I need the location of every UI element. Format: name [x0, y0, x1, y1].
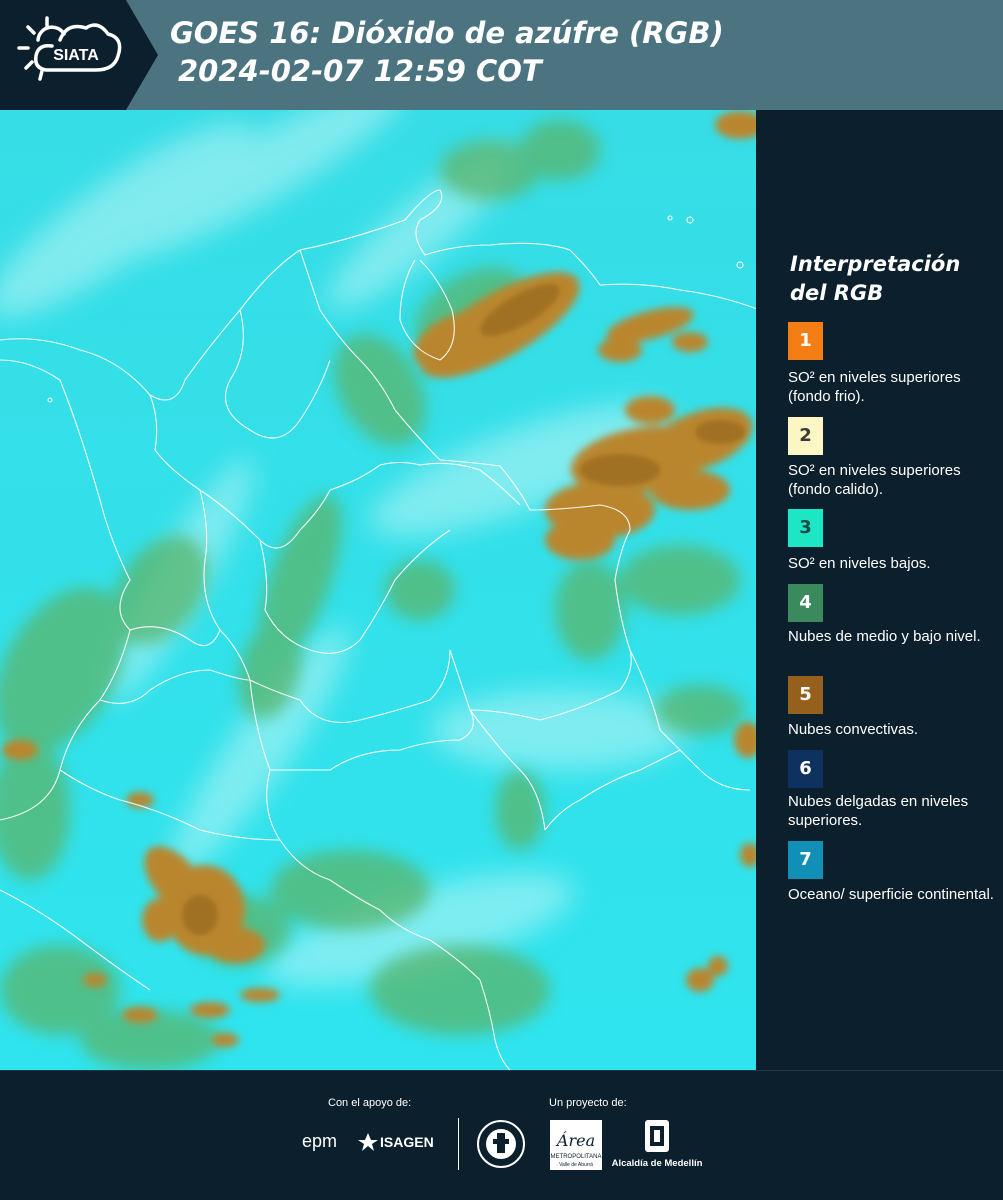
svg-text:Valle de Aburrá: Valle de Aburrá: [559, 1162, 593, 1168]
support-label: Con el apoyo de:: [328, 1097, 412, 1109]
header-bar: SIATA GOES 16: Dióxido de azúfre (RGB) 2…: [0, 0, 1003, 110]
footer-divider: [458, 1118, 459, 1170]
coat-of-arms-icon: [645, 1120, 669, 1152]
legend-text-3: SO² en niveles bajos.: [788, 555, 931, 572]
page-title: GOES 16: Dióxido de azúfre (RGB) 2024-02…: [170, 14, 990, 90]
legend-swatch-3: 3: [788, 509, 823, 547]
legend-text-4: Nubes de medio y bajo nivel.: [788, 628, 981, 645]
svg-text:Área: Área: [555, 1130, 595, 1150]
project-label: Un proyecto de:: [549, 1097, 627, 1109]
isagen-logo: ISAGEN: [358, 1129, 442, 1155]
legend-swatch-1: 1: [788, 322, 823, 360]
legend-text-2: SO² en niveles superiores (fondo calido)…: [788, 462, 961, 498]
svg-text:SIATA: SIATA: [53, 47, 99, 64]
legend-text-5: Nubes convectivas.: [788, 721, 919, 738]
svg-text:epm: epm: [302, 1131, 337, 1151]
legend-title: Interpretación del RGB: [790, 252, 961, 305]
siata-logo: SIATA: [0, 0, 158, 110]
footer: Con el apoyo de: Un proyecto de: epm ISA…: [0, 1070, 1003, 1200]
legend-text-7: Oceano/ superficie continental.: [788, 886, 994, 903]
legend-panel: Interpretación del RGB 1 SO² en niveles …: [760, 110, 1003, 1070]
legend-text-1: SO² en niveles superiores (fondo frio).: [788, 369, 961, 405]
alcaldia-medellin-logo: Alcaldía de Medellín: [611, 1120, 703, 1172]
legend-swatch-6: 6: [788, 750, 823, 788]
satellite-image: [0, 110, 760, 1070]
legend-text-6: Nubes delgadas en niveles superiores.: [788, 793, 969, 829]
title-product: GOES 16: Dióxido de azúfre (RGB): [170, 16, 724, 50]
legend-swatch-7: 7: [788, 841, 823, 879]
legend-swatch-4: 4: [788, 584, 823, 622]
title-timestamp: 2024-02-07 12:59 COT: [178, 54, 542, 88]
epm-logo: epm: [302, 1129, 358, 1155]
svg-text:ISAGEN: ISAGEN: [380, 1134, 434, 1150]
legend-swatch-2: 2: [788, 417, 823, 455]
svg-text:Alcaldía de Medellín: Alcaldía de Medellín: [612, 1158, 703, 1169]
legend-swatch-5: 5: [788, 676, 823, 714]
area-metropolitana-logo: Área METROPOLITANA Valle de Aburrá: [550, 1120, 602, 1170]
isagen-star-icon: [358, 1133, 378, 1151]
svg-text:METROPOLITANA: METROPOLITANA: [551, 1154, 602, 1160]
medellin-seal-logo: [476, 1119, 526, 1169]
